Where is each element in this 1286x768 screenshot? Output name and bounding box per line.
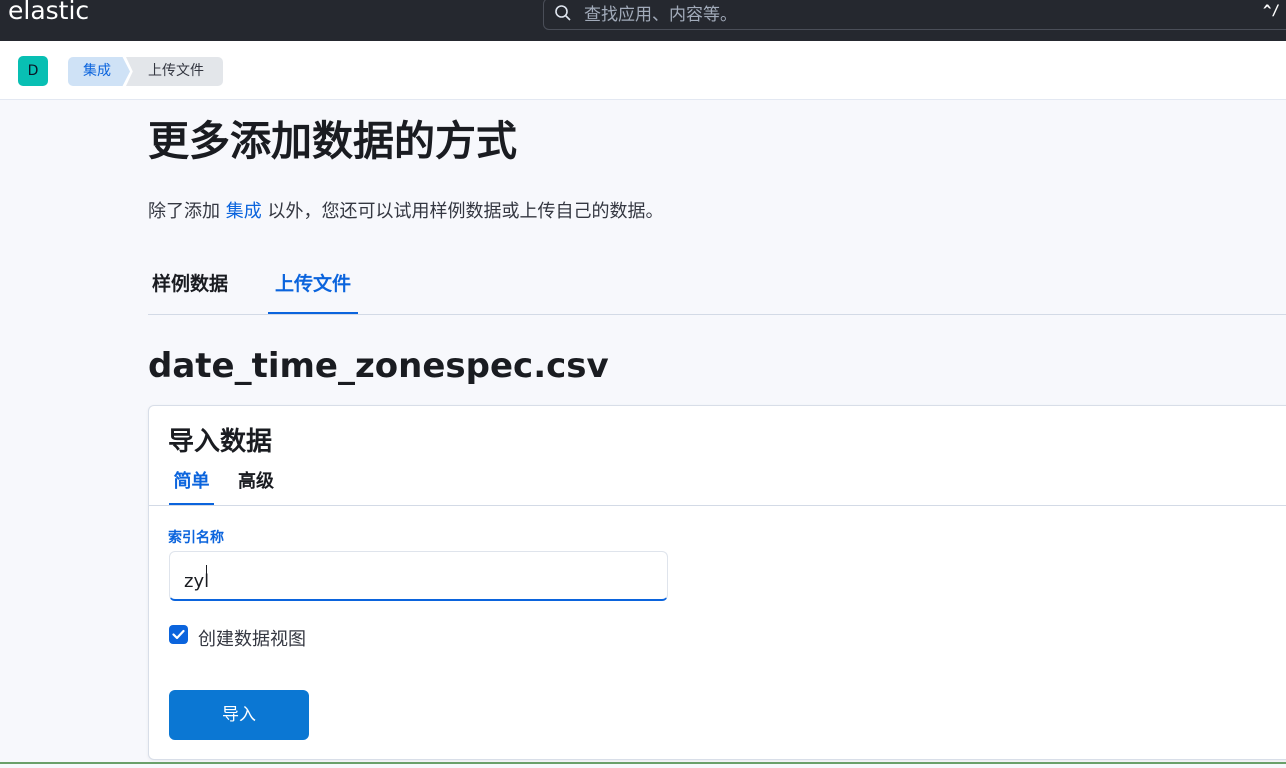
tab-upload-file[interactable]: 上传文件 xyxy=(268,262,358,314)
space-avatar[interactable]: D xyxy=(18,56,48,86)
description-suffix: 以外，您还可以试用样例数据或上传自己的数据。 xyxy=(261,201,664,222)
breadcrumb-bar: D 集成 上传文件 xyxy=(0,41,1286,100)
page-description: 除了添加 集成 以外，您还可以试用样例数据或上传自己的数据。 xyxy=(148,197,663,223)
index-name-label: 索引名称 xyxy=(168,530,224,546)
import-mode-tabs: 简单 高级 xyxy=(149,464,1286,506)
integrations-link[interactable]: 集成 xyxy=(226,201,262,222)
search-icon xyxy=(555,5,571,21)
page-title: 更多添加数据的方式 xyxy=(148,117,517,165)
global-search[interactable]: 查找应用、内容等。 ^/ xyxy=(543,0,1286,30)
import-panel-title: 导入数据 xyxy=(168,427,273,457)
file-name-heading: date_time_zonespec.csv xyxy=(148,346,609,386)
create-data-view-checkbox[interactable] xyxy=(169,625,188,644)
tab-simple[interactable]: 简单 xyxy=(169,464,214,505)
tab-advanced[interactable]: 高级 xyxy=(238,464,274,505)
import-data-panel: 导入数据 简单 高级 索引名称 创建数据视图 导入 xyxy=(148,405,1286,760)
text-cursor xyxy=(206,565,207,587)
index-name-input[interactable] xyxy=(169,551,668,601)
breadcrumb-upload-file: 上传文件 xyxy=(126,57,223,86)
add-data-tabs: 样例数据 上传文件 xyxy=(148,262,1286,315)
tab-sample-data[interactable]: 样例数据 xyxy=(152,262,228,314)
elastic-logo[interactable]: elastic xyxy=(8,0,89,25)
top-header: elastic 查找应用、内容等。 ^/ xyxy=(0,0,1286,41)
description-prefix: 除了添加 xyxy=(148,201,226,222)
search-placeholder: 查找应用、内容等。 xyxy=(584,5,737,25)
search-shortcut: ^/ xyxy=(1263,3,1280,19)
breadcrumb-integrations[interactable]: 集成 xyxy=(68,57,130,86)
checkmark-icon xyxy=(172,629,185,640)
bottom-divider xyxy=(0,762,1286,764)
create-data-view-label[interactable]: 创建数据视图 xyxy=(198,625,306,651)
import-button[interactable]: 导入 xyxy=(169,690,309,740)
